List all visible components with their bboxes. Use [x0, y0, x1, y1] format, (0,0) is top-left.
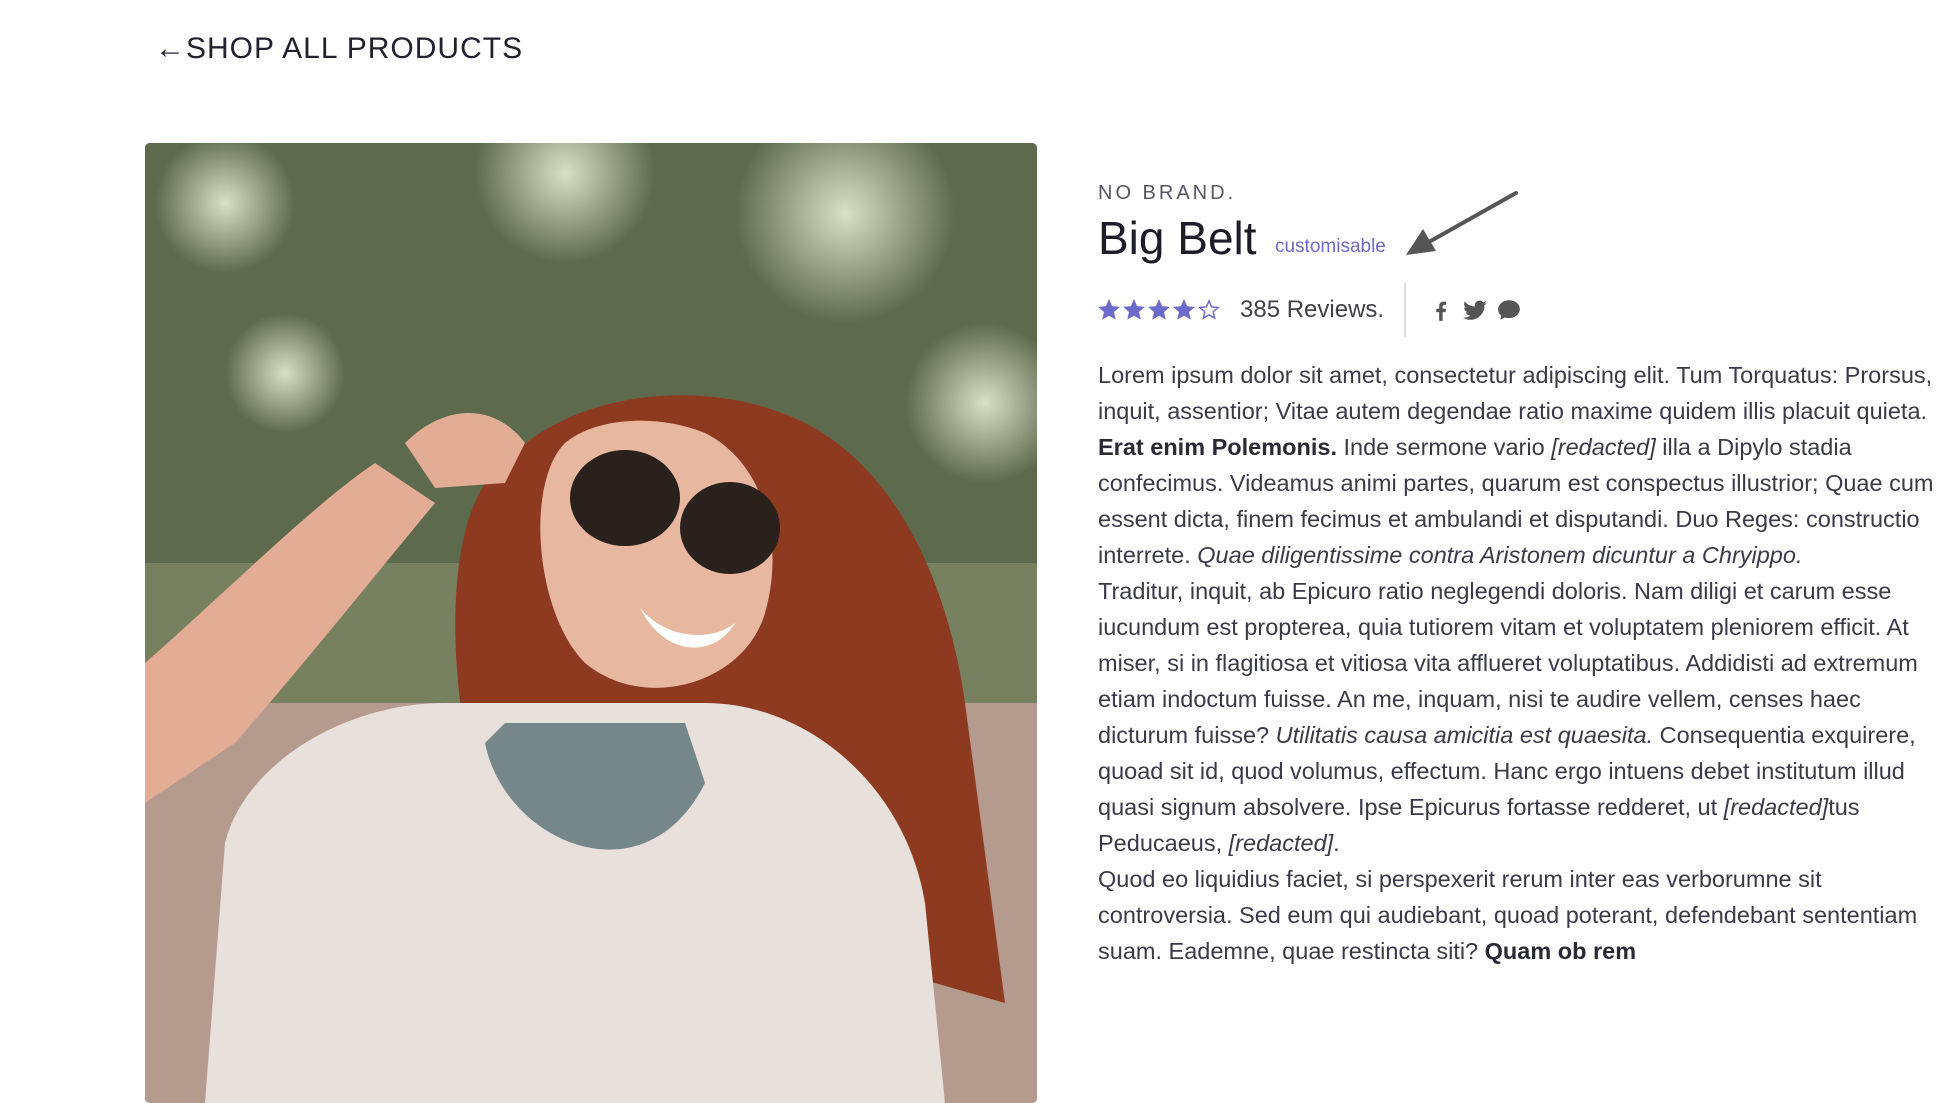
description-text: [redacted] — [1551, 434, 1656, 460]
star-filled-icon — [1148, 299, 1170, 320]
description-paragraph: Lorem ipsum dolor sit amet, consectetur … — [1098, 357, 1940, 573]
customisable-tag: customisable — [1274, 236, 1386, 257]
description-paragraph: Quod eo liquidius faciet, si perspexerit… — [1098, 861, 1940, 969]
star-filled-icon — [1123, 299, 1145, 320]
description-text: Erat enim Polemonis. — [1098, 434, 1337, 460]
twitter-icon[interactable] — [1462, 297, 1488, 323]
description-text: [redacted] — [1723, 794, 1829, 820]
divider — [1404, 283, 1407, 337]
product-title: Big Belt — [1098, 212, 1257, 264]
social-links — [1428, 297, 1522, 323]
description-text: Quae diligentissime contra Aristonem dic… — [1197, 542, 1803, 568]
brand-label: NO BRAND. — [1098, 182, 1237, 204]
star-rating — [1098, 299, 1220, 321]
reviews-count[interactable]: 385 Reviews. — [1240, 296, 1384, 324]
description-text: Utilitatis causa amicitia est quaesita. — [1275, 722, 1654, 748]
title-row: Big Belt customisable — [1098, 191, 1940, 264]
facebook-icon[interactable] — [1428, 297, 1454, 323]
star-empty-icon — [1198, 299, 1220, 320]
description-text: [redacted] — [1228, 830, 1334, 856]
description-text: Inde sermone vario — [1336, 434, 1552, 460]
description-text: Lorem ipsum dolor sit amet, consectetur … — [1098, 362, 1933, 424]
arrow-icon — [1406, 191, 1518, 255]
product-description: Lorem ipsum dolor sit amet, consectetur … — [1098, 357, 1940, 969]
product-details: NO BRAND. Big Belt customisable 385 Revi… — [1098, 182, 1940, 969]
description-paragraph: Traditur, inquit, ab Epicuro ratio negle… — [1098, 573, 1940, 861]
description-text: . — [1333, 830, 1340, 856]
comment-icon[interactable] — [1496, 297, 1522, 323]
description-text: Quam ob rem — [1484, 938, 1637, 964]
star-filled-icon — [1173, 299, 1195, 320]
star-filled-icon — [1098, 299, 1120, 320]
shop-all-products-link[interactable]: ←SHOP ALL PRODUCTS — [155, 32, 523, 66]
product-image — [145, 143, 1037, 1103]
rating-row: 385 Reviews. — [1098, 283, 1940, 337]
